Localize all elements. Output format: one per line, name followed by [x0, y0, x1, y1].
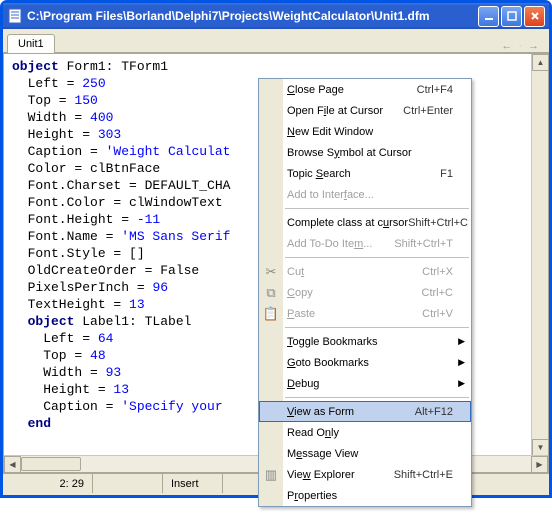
minimize-button[interactable] — [478, 6, 499, 27]
maximize-button[interactable] — [501, 6, 522, 27]
menu-item-label: Toggle Bookmarks — [287, 336, 453, 348]
menu-item-18[interactable]: View as FormAlt+F12 — [259, 401, 471, 422]
menu-item-label: Properties — [287, 490, 453, 502]
status-insert-mode: Insert — [163, 474, 223, 493]
chevron-right-icon: ▶ — [458, 336, 465, 347]
menu-item-shortcut: Ctrl+V — [422, 308, 453, 320]
menu-item-shortcut: Shift+Ctrl+E — [394, 469, 453, 481]
menu-separator — [285, 257, 469, 258]
menu-item-19[interactable]: Read Only — [259, 422, 471, 443]
menu-item-12: 📋 PasteCtrl+V — [259, 303, 471, 324]
menu-item-label: Goto Bookmarks — [287, 357, 453, 369]
scroll-down-button[interactable]: ▼ — [532, 439, 549, 456]
menu-icon: ✂ — [263, 264, 279, 280]
menu-item-14[interactable]: Toggle Bookmarks ▶ — [259, 331, 471, 352]
app-icon — [7, 8, 23, 24]
menu-item-1[interactable]: Open File at CursorCtrl+Enter — [259, 100, 471, 121]
menu-item-2[interactable]: New Edit Window — [259, 121, 471, 142]
menu-item-label: New Edit Window — [287, 126, 453, 138]
menu-separator — [285, 208, 469, 209]
menu-item-label: Copy — [287, 287, 422, 299]
menu-item-4[interactable]: Topic SearchF1 — [259, 163, 471, 184]
menu-item-shortcut: Ctrl+F4 — [417, 84, 453, 96]
nav-buttons: ← · → — [501, 40, 545, 52]
menu-separator — [285, 397, 469, 398]
scroll-right-button[interactable]: ▶ — [531, 456, 548, 473]
menu-item-shortcut: Ctrl+Enter — [403, 105, 453, 117]
menu-item-label: Message View — [287, 448, 453, 460]
menu-item-15[interactable]: Goto Bookmarks ▶ — [259, 352, 471, 373]
menu-item-label: Open File at Cursor — [287, 105, 403, 117]
hscroll-thumb[interactable] — [21, 457, 81, 471]
menu-item-21[interactable]: ▥ View ExplorerShift+Ctrl+E — [259, 464, 471, 485]
window-buttons — [478, 6, 545, 27]
menu-item-7[interactable]: Complete class at cursorShift+Ctrl+C — [259, 212, 471, 233]
menu-icon: ⧉ — [263, 285, 279, 301]
menu-separator — [285, 327, 469, 328]
menu-item-22[interactable]: Properties — [259, 485, 471, 506]
chevron-right-icon: ▶ — [458, 357, 465, 368]
menu-item-0[interactable]: Close PageCtrl+F4 — [259, 79, 471, 100]
scroll-up-button[interactable]: ▲ — [532, 54, 549, 71]
context-menu[interactable]: Close PageCtrl+F4Open File at CursorCtrl… — [258, 78, 472, 507]
menu-item-label: Debug — [287, 378, 453, 390]
menu-icon: ▥ — [263, 467, 279, 483]
vertical-scrollbar[interactable]: ▲ ▼ — [531, 54, 548, 456]
menu-item-label: Complete class at cursor — [287, 217, 408, 229]
scroll-left-button[interactable]: ◀ — [4, 456, 21, 473]
tab-strip: Unit1 ← · → — [3, 29, 549, 53]
menu-item-5: Add to Interface... — [259, 184, 471, 205]
menu-item-11: ⧉ CopyCtrl+C — [259, 282, 471, 303]
menu-item-shortcut: Shift+Ctrl+C — [408, 217, 468, 229]
menu-item-label: Add to Interface... — [287, 189, 453, 201]
menu-item-10: ✂ CutCtrl+X — [259, 261, 471, 282]
menu-item-label: Read Only — [287, 427, 453, 439]
menu-item-20[interactable]: Message View — [259, 443, 471, 464]
titlebar[interactable]: C:\Program Files\Borland\Delphi7\Project… — [3, 3, 549, 29]
menu-item-label: View as Form — [287, 406, 415, 418]
menu-item-label: Add To-Do Item... — [287, 238, 394, 250]
nav-back-icon[interactable]: ← — [501, 40, 512, 52]
nav-forward-icon[interactable]: → — [528, 40, 539, 52]
chevron-right-icon: ▶ — [458, 378, 465, 389]
menu-item-shortcut: Ctrl+X — [422, 266, 453, 278]
menu-item-shortcut: Shift+Ctrl+T — [394, 238, 453, 250]
menu-item-label: View Explorer — [287, 469, 394, 481]
status-position: 2: 29 — [3, 474, 93, 493]
menu-item-label: Paste — [287, 308, 422, 320]
close-button[interactable] — [524, 6, 545, 27]
menu-item-label: Topic Search — [287, 168, 440, 180]
tab-unit1[interactable]: Unit1 — [7, 34, 55, 53]
menu-item-shortcut: F1 — [440, 168, 453, 180]
menu-item-label: Close Page — [287, 84, 417, 96]
menu-item-8: Add To-Do Item...Shift+Ctrl+T — [259, 233, 471, 254]
menu-item-shortcut: Ctrl+C — [422, 287, 453, 299]
menu-item-3[interactable]: Browse Symbol at Cursor — [259, 142, 471, 163]
menu-item-16[interactable]: Debug ▶ — [259, 373, 471, 394]
menu-item-label: Cut — [287, 266, 422, 278]
window-title: C:\Program Files\Borland\Delphi7\Project… — [27, 9, 478, 23]
menu-item-shortcut: Alt+F12 — [415, 406, 453, 418]
menu-icon: 📋 — [263, 306, 279, 322]
status-modified — [93, 474, 163, 493]
menu-item-label: Browse Symbol at Cursor — [287, 147, 453, 159]
